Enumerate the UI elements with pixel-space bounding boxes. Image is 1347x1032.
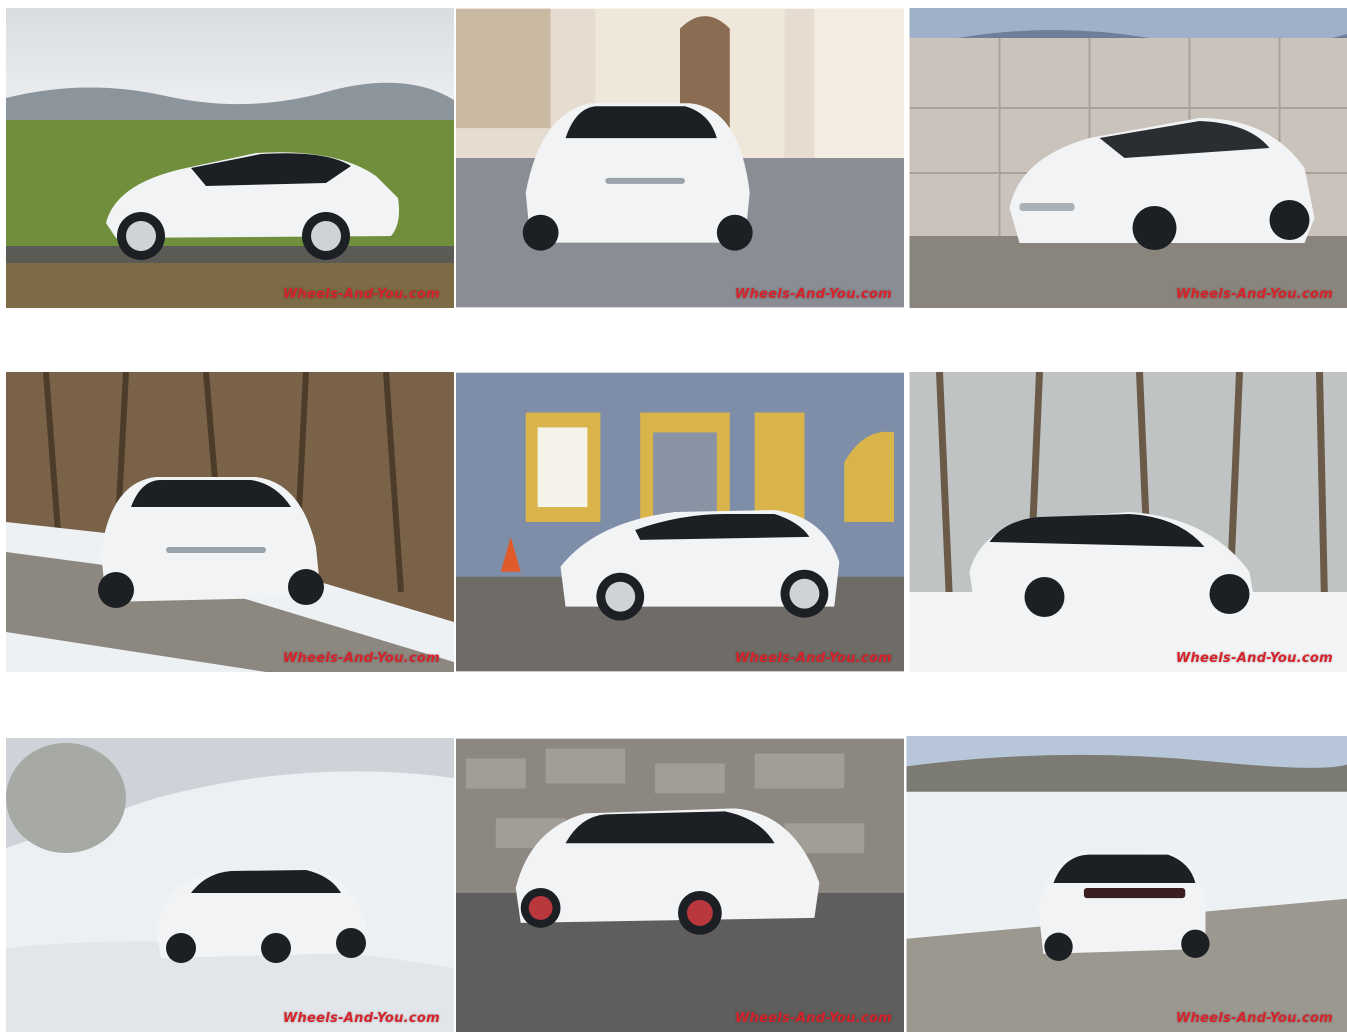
- gallery-photo-9[interactable]: Wheels-And-You.com: [906, 736, 1347, 1032]
- car-photo-snowy-meadow: [6, 738, 454, 1032]
- gallery-photo-2[interactable]: Wheels-And-You.com: [456, 8, 906, 308]
- gallery-photo-4[interactable]: Wheels-And-You.com: [6, 372, 454, 672]
- gallery-photo-8[interactable]: Wheels-And-You.com: [456, 736, 906, 1032]
- gallery-photo-5[interactable]: Wheels-And-You.com: [456, 372, 906, 672]
- gallery-photo-7[interactable]: Wheels-And-You.com: [6, 736, 454, 1032]
- gallery-photo-1[interactable]: Wheels-And-You.com: [6, 8, 454, 308]
- car-photo-stone-wall: [456, 738, 904, 1032]
- car-photo-snowy-forest-road: [6, 372, 454, 672]
- car-photo-old-town: [456, 8, 904, 308]
- car-photo-concrete-blocks: [909, 8, 1347, 308]
- car-photo-snowy-road-rear: [906, 736, 1347, 1032]
- photo-gallery: Wheels-And-You.com Wheels-And-You.com Wh…: [0, 0, 1347, 1032]
- gallery-photo-3[interactable]: Wheels-And-You.com: [906, 8, 1347, 308]
- car-photo-blue-building: [456, 372, 904, 672]
- car-photo-side-field: [6, 8, 454, 308]
- gallery-photo-6[interactable]: Wheels-And-You.com: [906, 372, 1347, 672]
- car-photo-snowy-field-rear: [909, 372, 1347, 672]
